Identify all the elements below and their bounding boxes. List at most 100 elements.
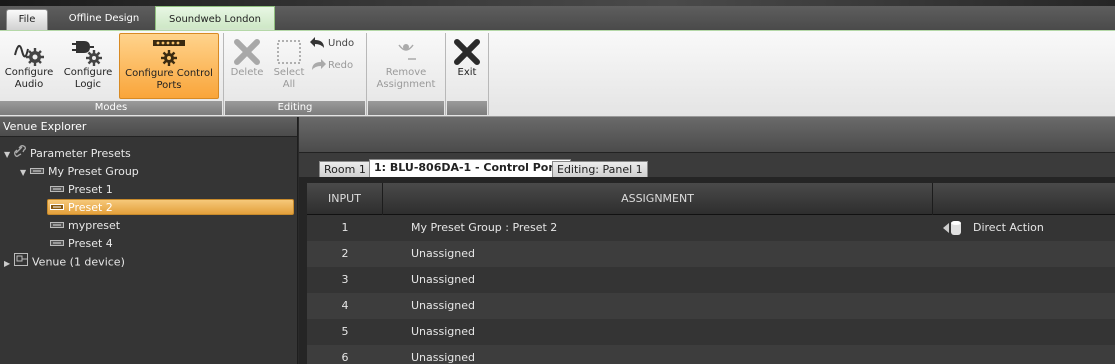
table-row[interactable]: 5 Unassigned [307,319,1115,345]
input-cell: 5 [341,325,349,338]
select-all-button[interactable]: Select All [269,33,309,99]
redo-icon [312,59,326,70]
ribbon-separator [488,33,489,115]
action-cell[interactable]: Direct Action [943,215,1044,241]
tab-offline-design[interactable]: Offline Design [56,9,152,31]
table-row[interactable]: 1 My Preset Group : Preset 2 Direct Acti… [307,215,1115,241]
input-cell: 2 [341,247,349,260]
table-row[interactable]: 4 Unassigned [307,293,1115,319]
tree-label: Venue (1 device) [32,255,125,269]
ribbon-separator [366,33,367,115]
configure-logic-icon [60,33,116,67]
expand-down-icon[interactable]: ▼ [4,146,14,164]
venue-icon [14,253,28,272]
preset-icon [50,199,64,217]
tree-label: Preset 4 [68,237,113,250]
configure-logic-label: Configure Logic [63,67,113,90]
assignment-group-label [368,101,444,115]
configure-control-ports-icon [120,34,218,68]
tree-label: My Preset Group [48,165,139,178]
remove-assignment-label: Remove Assignment [376,67,436,90]
tree-label: Preset 2 [68,201,113,214]
ribbon: Configure Audio Configure Logic Configur… [0,30,1115,117]
tree-item-parameter-presets[interactable]: ▼ Parameter Presets [4,145,131,163]
assignment-cell[interactable]: Unassigned [411,319,475,345]
assignment-cell[interactable]: Unassigned [411,345,475,364]
remove-assignment-button[interactable]: Remove Assignment [370,33,442,99]
configure-control-ports-button[interactable]: Configure Control Ports [119,33,219,99]
undo-label: Undo [328,38,355,49]
preset-group-icon [30,163,44,181]
venue-explorer-panel: Venue Explorer ▼ Parameter Presets ▼ My Pr… [0,117,298,364]
delete-label: Delete [230,67,264,78]
table-row[interactable]: 3 Unassigned [307,267,1115,293]
configure-audio-icon [2,33,56,67]
input-cell: 4 [341,299,349,312]
ribbon-tab-bar: File Offline Design Soundweb London [0,6,1115,36]
expand-right-icon[interactable]: ▶ [4,255,14,273]
tree-item-my-preset-group[interactable]: ▼ My Preset Group [20,163,139,181]
tree-item-venue[interactable]: ▶ Venue (1 device) [4,253,125,271]
tree-label: Preset 1 [68,183,113,196]
modes-group-label: Modes [0,101,222,115]
document-area: Room 1 1: BLU-806DA-1 - Control Ports Ed… [299,117,1115,364]
exit-icon [449,33,485,67]
assignment-group: Remove Assignment [368,33,444,115]
modes-group: Configure Audio Configure Logic Configur… [0,33,222,115]
tab-room-1[interactable]: Room 1 [319,161,371,177]
configure-audio-button[interactable]: Configure Audio [2,33,56,99]
tree-label: Parameter Presets [30,147,131,160]
assignment-cell[interactable]: My Preset Group : Preset 2 [411,215,557,241]
redo-button[interactable]: Redo [310,57,353,75]
preset-icon [50,181,64,199]
column-header-input[interactable]: INPUT [307,183,383,215]
expand-down-icon[interactable]: ▼ [20,164,30,182]
exit-group: Exit [447,33,487,115]
preset-icon [50,217,64,235]
configure-control-ports-label: Configure Control Ports [125,68,213,91]
ribbon-separator [445,33,446,115]
input-cell: 1 [341,221,349,234]
tab-file[interactable]: File [6,9,48,31]
assignment-cell[interactable]: Unassigned [411,293,475,319]
tree-item-preset[interactable]: mypreset [50,217,120,235]
ribbon-separator [223,33,224,115]
venue-explorer-title: Venue Explorer [0,117,297,137]
link-icon [14,145,26,163]
tree-item-preset[interactable]: Preset 4 [50,235,113,253]
control-ports-grid: INPUT ASSIGNMENT 1 My Preset Group : Pre… [307,183,1115,364]
table-row[interactable]: 2 Unassigned [307,241,1115,267]
tree-item-preset-selected[interactable]: Preset 2 [50,199,113,217]
remove-assignment-icon [370,33,442,67]
exit-group-label [447,101,487,115]
configure-logic-button[interactable]: Configure Logic [60,33,116,99]
action-label: Direct Action [973,221,1044,234]
select-all-label: Select All [273,67,305,90]
tab-control-ports[interactable]: 1: BLU-806DA-1 - Control Ports [369,159,571,177]
column-header-action[interactable] [933,183,1115,215]
direct-action-icon [943,221,961,235]
select-all-icon [269,33,309,67]
editing-group-label: Editing [225,101,365,115]
table-row[interactable]: 6 Unassigned [307,345,1115,364]
exit-button[interactable]: Exit [449,33,485,99]
document-header-bar [299,117,1115,153]
configure-audio-label: Configure Audio [4,67,54,90]
document-tab-strip: Room 1 1: BLU-806DA-1 - Control Ports Ed… [299,153,1115,177]
delete-button[interactable]: Delete [227,33,267,99]
redo-label: Redo [328,60,354,71]
assignment-cell[interactable]: Unassigned [411,241,475,267]
column-header-assignment[interactable]: ASSIGNMENT [383,183,933,215]
tree-item-preset[interactable]: Preset 1 [50,181,113,199]
preset-icon [50,235,64,253]
input-cell: 6 [341,351,349,364]
undo-icon [310,37,324,48]
input-cell: 3 [341,273,349,286]
assignment-cell[interactable]: Unassigned [411,267,475,293]
delete-icon [227,33,267,67]
tree-label: mypreset [68,219,121,232]
undo-button[interactable]: Undo [310,35,354,53]
editing-group: Delete Select All Undo Redo Editing [225,33,365,115]
tab-editing-panel-1[interactable]: Editing: Panel 1 [552,161,648,177]
grid-header: INPUT ASSIGNMENT [307,183,1115,215]
